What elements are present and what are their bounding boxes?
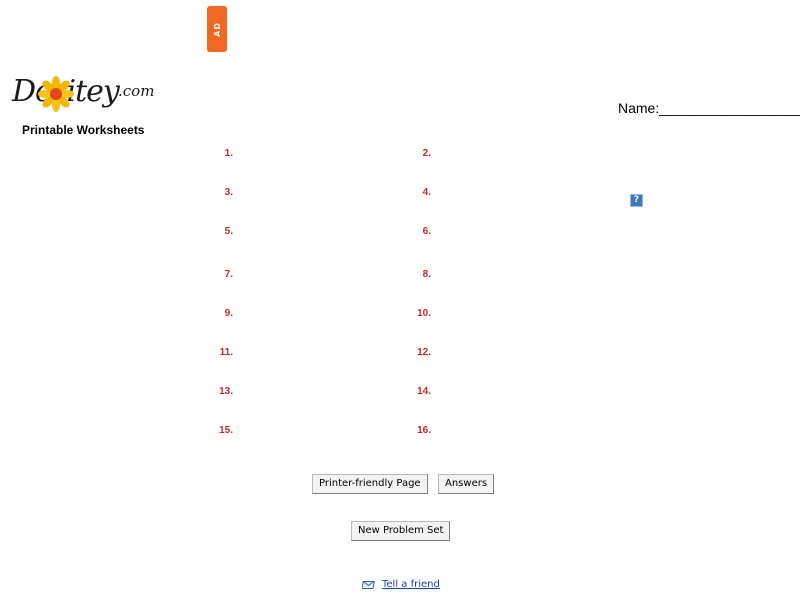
new-problem-set-button[interactable]: New Problem Set <box>351 521 451 541</box>
tell-a-friend-link[interactable]: Tell a friend <box>382 579 440 590</box>
tagline: Printable Worksheets <box>22 123 145 137</box>
problem-number: 8. <box>422 269 431 280</box>
problem-number: 11. <box>219 347 233 358</box>
problem-number: 10. <box>417 308 431 319</box>
problem-number: 12. <box>417 347 431 358</box>
problem-number: 6. <box>422 226 431 237</box>
site-logo[interactable]: Dositey .com <box>12 70 160 120</box>
worksheet-page: AD Dositey .com Printable Worksheets Nam… <box>0 0 800 600</box>
problem-number: 3. <box>224 187 233 198</box>
answers-button[interactable]: Answers <box>438 474 495 494</box>
ad-label: AD <box>212 21 222 37</box>
problem-number: 5. <box>224 226 233 237</box>
name-field: Name:____________________ <box>618 100 800 116</box>
sunflower-icon <box>38 76 74 112</box>
ad-badge[interactable]: AD <box>207 6 227 52</box>
problem-number: 7. <box>224 269 233 280</box>
problem-number: 9. <box>224 308 233 319</box>
problem-number: 1. <box>224 148 233 159</box>
problem-number: 15. <box>219 425 233 436</box>
help-icon[interactable]: ? <box>630 194 643 207</box>
printer-friendly-button[interactable]: Printer-friendly Page <box>312 474 428 494</box>
problem-number: 16. <box>417 425 431 436</box>
mail-icon <box>362 580 375 589</box>
problem-number: 2. <box>422 148 431 159</box>
tell-a-friend[interactable]: Tell a friend <box>362 579 440 590</box>
logo-domain: .com <box>118 82 155 100</box>
problem-number: 14. <box>417 386 431 397</box>
problem-number: 13. <box>219 386 233 397</box>
problem-number: 4. <box>422 187 431 198</box>
